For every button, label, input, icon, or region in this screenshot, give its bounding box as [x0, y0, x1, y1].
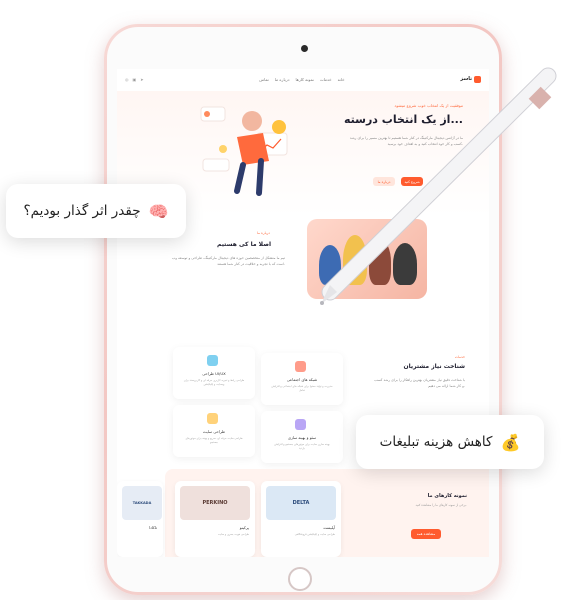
tablet-screen: ◎ ▣ ➤ تماس درباره ما نمونه کارها خدمات خ…: [117, 69, 489, 557]
nav-link[interactable]: خدمات: [320, 77, 332, 82]
instagram-icon[interactable]: ◎: [125, 77, 129, 82]
impact-badge: 🧠 چقدر اثر گذار بودیم؟: [6, 184, 186, 238]
service-card[interactable]: طراحی UI/UX طراحی رابط و تجربه کاربری حر…: [173, 347, 255, 399]
portfolio-name: پرکینو: [239, 525, 249, 530]
service-text: طراحی سایت حرفه ای، سریع و بهینه برای مو…: [185, 437, 243, 444]
brain-icon: 🧠: [148, 201, 169, 221]
portfolio-desc: طراحی هویت بصری و سایت: [217, 533, 249, 536]
portfolio-text: برخی از نمونه کارهای ما را مشاهده کنید.: [415, 503, 467, 507]
hero-title: از یک انتخاب درسته...: [344, 113, 463, 126]
service-title: طراحی UI/UX: [202, 371, 226, 376]
about-title: اصلا ما کی هستیم: [217, 241, 272, 248]
cost-badge-label: کاهش هزینه تبلیغات: [379, 434, 493, 450]
nav-link[interactable]: خانه: [338, 77, 345, 82]
portfolio-title: نمونه کارهای ما: [427, 493, 467, 499]
hero-primary-button[interactable]: شروع کنید: [401, 177, 423, 186]
hero-kicker: موفقیت از یک انتخاب خوب شروع میشود: [394, 103, 463, 108]
nav-links: تماس درباره ما نمونه کارها خدمات خانه: [259, 77, 344, 82]
nav-link[interactable]: درباره ما: [275, 77, 290, 82]
portfolio-banner: PERKINO: [180, 486, 250, 520]
tablet-device: ◎ ▣ ➤ تماس درباره ما نمونه کارها خدمات خ…: [104, 24, 502, 595]
hero-illustration: [200, 106, 288, 196]
about-text: تیم ما متشکل از متخصصین حوزه های دیجیتال…: [171, 256, 285, 266]
promo-stage: ◎ ▣ ➤ تماس درباره ما نمونه کارها خدمات خ…: [0, 0, 567, 600]
tablet-bezel: ◎ ▣ ➤ تماس درباره ما نمونه کارها خدمات خ…: [107, 27, 499, 592]
camera-icon: [301, 45, 308, 52]
service-card[interactable]: شبکه های اجتماعی مدیریت و تولید محتوا بر…: [261, 353, 343, 405]
nav-link[interactable]: نمونه کارها: [296, 77, 314, 82]
logo-text: تاسز: [460, 76, 472, 82]
logo-mark-icon: [474, 75, 481, 83]
social-media-icon: [295, 361, 306, 372]
cost-badge: 💰 کاهش هزینه تبلیغات: [356, 415, 544, 469]
service-text: مدیریت و تولید محتوا برای شبکه های اجتما…: [271, 385, 333, 392]
service-title: سئو و بهینه سازی: [287, 435, 317, 440]
impact-badge-label: چقدر اثر گذار بودیم؟: [23, 203, 141, 219]
portfolio-card[interactable]: DELTA آپلیست طراحی سایت و اپلیکیشن فروشگ…: [261, 481, 341, 557]
social-icons: ◎ ▣ ➤: [125, 77, 144, 82]
portfolio-banner: DELTA: [266, 486, 336, 520]
hero-secondary-button[interactable]: درباره ما: [373, 177, 395, 186]
portfolio-name: تاکادا: [149, 525, 157, 530]
linkedin-icon[interactable]: ▣: [133, 77, 137, 82]
about-kicker: درباره ما: [257, 231, 270, 235]
site-navbar: ◎ ▣ ➤ تماس درباره ما نمونه کارها خدمات خ…: [117, 69, 489, 89]
site-logo[interactable]: تاسز: [460, 75, 481, 83]
telegram-icon[interactable]: ➤: [140, 77, 143, 82]
service-card[interactable]: سئو و بهینه سازی بهینه سازی سایت برای مو…: [261, 411, 343, 463]
portfolio-name: آپلیست: [323, 525, 335, 530]
team-photo: [307, 219, 427, 299]
portfolio-desc: طراحی سایت و اپلیکیشن فروشگاهی: [294, 533, 335, 536]
seo-icon: [295, 419, 306, 430]
rating-card: [202, 158, 230, 172]
portfolio-card[interactable]: PERKINO پرکینو طراحی هویت بصری و سایت: [175, 481, 255, 557]
uiux-icon: [207, 355, 218, 366]
service-title: طراحی سایت: [202, 429, 225, 434]
view-all-button[interactable]: مشاهده همه: [411, 529, 441, 539]
website-icon: [207, 413, 218, 424]
service-title: شبکه های اجتماعی: [286, 377, 318, 382]
hero-text: ما در آژانس دیجیتال مارکتینگ در کنار شما…: [349, 136, 463, 146]
service-text: بهینه سازی سایت برای موتورهای جستجو و اف…: [274, 443, 330, 450]
service-text: طراحی رابط و تجربه کاربری حرفه ای و کارب…: [183, 379, 245, 386]
services-title: شناخت نیاز مشتریان: [403, 363, 466, 370]
service-card[interactable]: طراحی سایت طراحی سایت حرفه ای، سریع و به…: [173, 405, 255, 457]
home-button[interactable]: [288, 567, 312, 591]
money-bag-icon: 💰: [500, 432, 521, 452]
portfolio-banner: TAKKADA: [122, 486, 162, 520]
portfolio-card[interactable]: TAKKADA تاکادا: [117, 481, 163, 557]
services-kicker: خدمات: [454, 355, 465, 359]
portfolio-section: نمونه کارهای ما برخی از نمونه کارهای ما …: [117, 469, 489, 557]
services-text: با شناخت دقیق نیاز مشتریان بهترین راهکار…: [374, 378, 465, 388]
nav-link[interactable]: تماس: [259, 77, 269, 82]
